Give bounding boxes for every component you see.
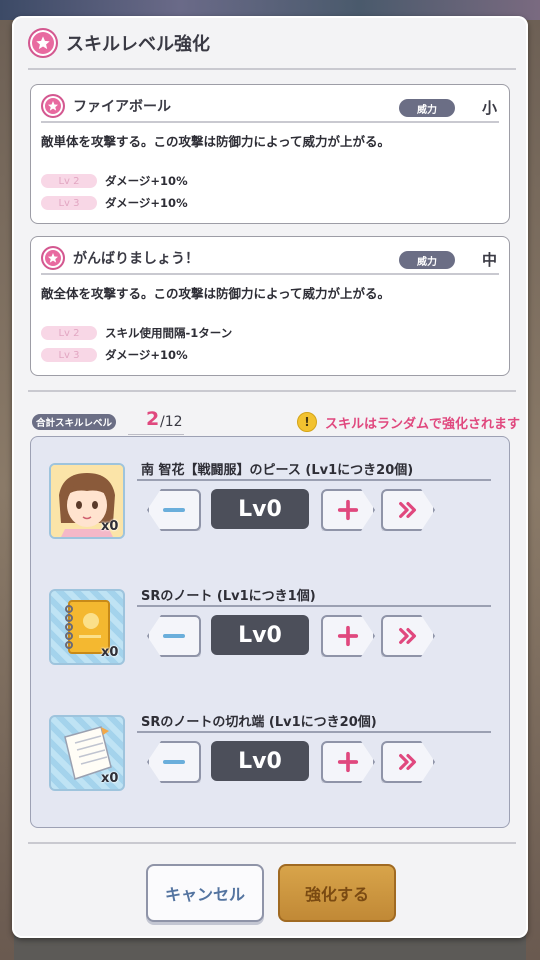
skill-header: がんばりましょう！: [41, 245, 199, 271]
max-button[interactable]: [381, 489, 435, 531]
plus-icon: [337, 499, 359, 521]
max-button[interactable]: [381, 741, 435, 783]
total-max: /12: [160, 414, 183, 430]
total-current: 2: [146, 408, 160, 430]
dialog-title: スキルレベル強化: [66, 34, 210, 55]
minus-icon: [163, 634, 185, 638]
level-display: Lv0: [211, 741, 309, 781]
material-row: x0 SRのノートの切れ端 (Lv1につき20個) Lv0: [49, 707, 495, 817]
plus-button[interactable]: [321, 741, 375, 783]
power-tag: 威力: [399, 251, 455, 269]
skill-divider: [41, 273, 499, 275]
level-effect: ダメージ+10%: [105, 174, 188, 188]
enhance-button[interactable]: 強化する: [278, 864, 396, 922]
level-effect: スキル使用間隔-1ターン: [105, 326, 233, 340]
double-chevron-right-icon: [397, 499, 419, 521]
minus-icon: [163, 760, 185, 764]
material-name: SRのノートの切れ端 (Lv1につき20個): [141, 715, 377, 730]
material-name: SRのノート (Lv1につき1個): [141, 589, 316, 604]
material-divider: [137, 605, 491, 607]
total-skill-level-row: 合計スキルレベル 2 /12 ! スキルはランダムで強化されます: [32, 408, 520, 435]
plus-button[interactable]: [321, 615, 375, 657]
plus-button[interactable]: [321, 489, 375, 531]
level-pill: Lv 2: [41, 326, 97, 340]
section-divider: [28, 390, 516, 392]
skill-level-row: Lv 3 ダメージ+10%: [41, 347, 188, 363]
level-pill: Lv 2: [41, 174, 97, 188]
double-chevron-right-icon: [397, 751, 419, 773]
minus-button[interactable]: [147, 615, 201, 657]
power-tag: 威力: [399, 99, 455, 117]
material-name: 南 智花【戦闘服】のピース (Lv1につき20個): [141, 463, 414, 478]
total-skill-level-label: 合計スキルレベル: [32, 414, 116, 430]
material-row: x0 SRのノート (Lv1につき1個) Lv0: [49, 581, 495, 691]
footer-divider: [28, 842, 516, 844]
material-count: x0: [101, 519, 119, 534]
level-pill: Lv 3: [41, 348, 97, 362]
power-value: 中: [481, 251, 497, 269]
level-pill: Lv 3: [41, 196, 97, 210]
skill-level-row: Lv 2 スキル使用間隔-1ターン: [41, 325, 232, 341]
minus-icon: [163, 508, 185, 512]
title-divider: [28, 68, 516, 70]
material-divider: [137, 479, 491, 481]
material-count: x0: [101, 645, 119, 660]
skill-description: 敵全体を攻撃する。この攻撃は防御力によって威力が上がる。: [41, 286, 391, 301]
star-icon: [41, 94, 65, 118]
skill-card-fireball[interactable]: ファイアボール 威力 小 敵単体を攻撃する。この攻撃は防御力によって威力が上がる…: [30, 84, 510, 224]
skill-name: がんばりましょう！: [73, 251, 199, 267]
star-icon: [28, 28, 58, 58]
material-row: x0 南 智花【戦闘服】のピース (Lv1につき20個) Lv0: [49, 455, 495, 565]
minus-button[interactable]: [147, 741, 201, 783]
skill-divider: [41, 121, 499, 123]
materials-panel: x0 南 智花【戦闘服】のピース (Lv1につき20個) Lv0 x0 SRのノ…: [30, 436, 510, 828]
double-chevron-right-icon: [397, 625, 419, 647]
skill-level-row: Lv 3 ダメージ+10%: [41, 195, 188, 211]
skill-description: 敵単体を攻撃する。この攻撃は防御力によって威力が上がる。: [41, 134, 391, 149]
background-right: [526, 20, 540, 960]
cancel-button[interactable]: キャンセル: [146, 864, 264, 922]
level-display: Lv0: [211, 615, 309, 655]
power-value: 小: [481, 99, 497, 117]
skill-level-row: Lv 2 ダメージ+10%: [41, 173, 188, 189]
level-effect: ダメージ+10%: [105, 196, 188, 210]
exclamation-icon: !: [296, 412, 317, 432]
skill-name: ファイアボール: [73, 99, 171, 115]
level-display: Lv0: [211, 489, 309, 529]
skill-level-dialog: スキルレベル強化 ファイアボール 威力 小 敵単体を攻撃する。この攻撃は防御力に…: [12, 16, 528, 938]
notice-text: スキルはランダムで強化されます: [324, 416, 520, 432]
skill-card-ganbarimashou[interactable]: がんばりましょう！ 威力 中 敵全体を攻撃する。この攻撃は防御力によって威力が上…: [30, 236, 510, 376]
random-notice: ! スキルはランダムで強化されます: [296, 412, 520, 432]
material-divider: [137, 731, 491, 733]
total-skill-level-value: 2 /12: [128, 408, 184, 435]
plus-icon: [337, 751, 359, 773]
level-effect: ダメージ+10%: [105, 348, 188, 362]
skill-header: ファイアボール: [41, 93, 171, 119]
dialog-header: スキルレベル強化: [28, 28, 210, 58]
star-icon: [41, 246, 65, 270]
material-count: x0: [101, 771, 119, 786]
plus-icon: [337, 625, 359, 647]
minus-button[interactable]: [147, 489, 201, 531]
max-button[interactable]: [381, 615, 435, 657]
